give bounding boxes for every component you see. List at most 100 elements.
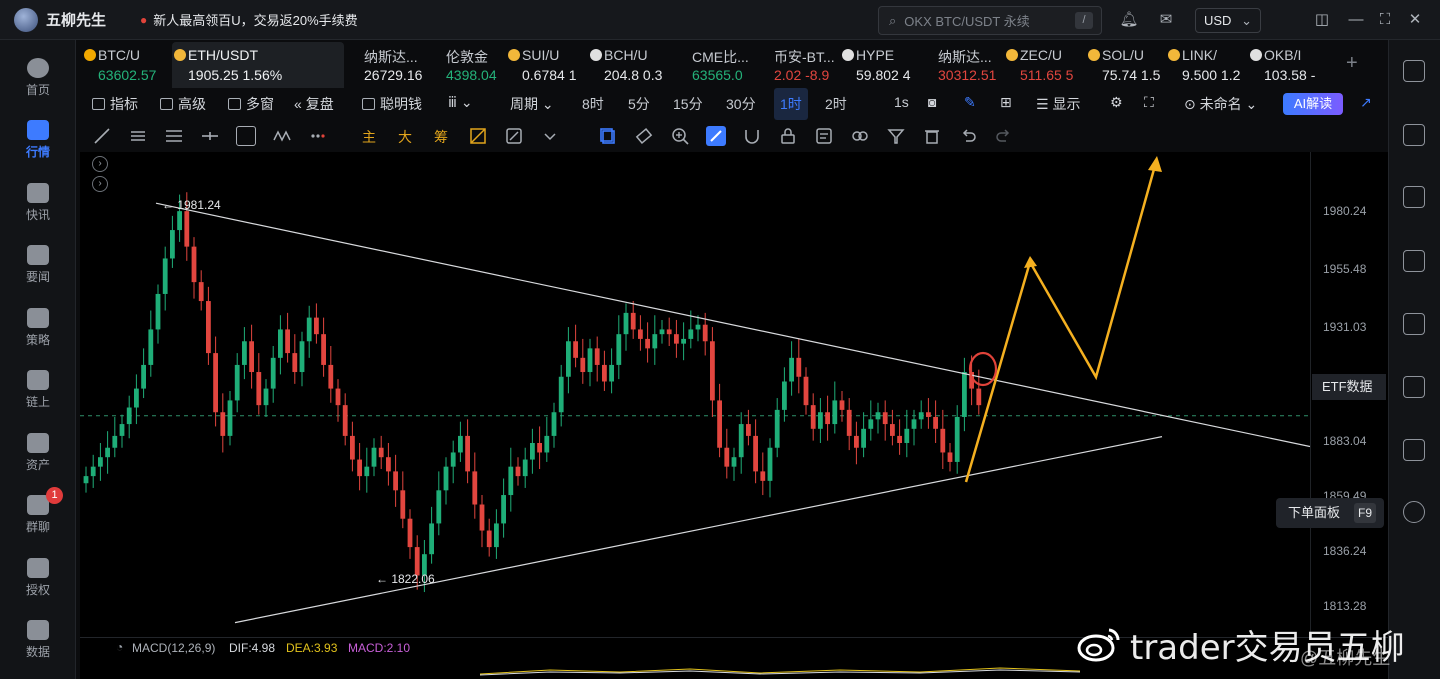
signal-icon[interactable]: [1403, 250, 1425, 272]
expand-panel-icon[interactable]: ›: [92, 176, 108, 192]
template-tool-icon[interactable]: [814, 126, 834, 146]
mail-icon[interactable]: ✉︎: [1156, 10, 1176, 30]
period-select[interactable]: 周期 ⌄: [510, 94, 554, 114]
candle-body: [861, 428, 866, 448]
timeframe-5m[interactable]: 5分: [628, 94, 650, 114]
filter-tool-icon[interactable]: [886, 126, 906, 146]
nav-item-home[interactable]: 首页: [0, 46, 76, 106]
bell-icon[interactable]: 🔔︎: [1119, 10, 1139, 30]
ticker-item[interactable]: CME比... 63565.0: [676, 42, 754, 88]
redo-icon[interactable]: [994, 126, 1014, 146]
settings-icon[interactable]: ⚙︎: [1110, 94, 1123, 111]
chip-tool[interactable]: 筹: [434, 127, 448, 147]
measure-tool-icon[interactable]: [504, 126, 524, 146]
timeframe-15m[interactable]: 15分: [673, 94, 703, 114]
layout-select[interactable]: ⊙ 未命名 ⌄: [1184, 94, 1257, 114]
nav-item-market[interactable]: 行情: [0, 108, 76, 168]
link-tool-icon[interactable]: [850, 126, 870, 146]
macd-indicator-label[interactable]: MACD(12,26,9): [132, 641, 215, 655]
lock-icon[interactable]: [778, 126, 798, 146]
trash-icon[interactable]: [922, 126, 942, 146]
timeframe-1s[interactable]: 1s: [894, 94, 909, 110]
minimize-icon[interactable]: —: [1346, 10, 1366, 30]
brush-tool-icon[interactable]: [706, 126, 726, 146]
nav-item-authorize[interactable]: 授权: [0, 546, 76, 606]
nav-item-data[interactable]: 数据: [0, 608, 76, 668]
fib-tool-icon[interactable]: [164, 126, 184, 146]
copy-tool-icon[interactable]: [598, 126, 618, 146]
ticker-value: 75.74 1.5: [1102, 67, 1161, 83]
promo-banner[interactable]: 新人最高领百U，交易返20%手续费: [153, 10, 357, 29]
candlestick-chart[interactable]: ← 1981.24 ← 1822.06 › ›: [80, 152, 1388, 637]
nav-item-strategy[interactable]: 策略: [0, 296, 76, 356]
main-force-tool[interactable]: 主: [362, 127, 376, 147]
advanced-button[interactable]: 高级: [160, 94, 206, 114]
ruler-tool-icon[interactable]: [468, 126, 488, 146]
fullscreen-icon[interactable]: ⛶: [1144, 94, 1154, 111]
order-panel-button[interactable]: 下单面板 F9: [1276, 498, 1384, 528]
timeframe-8h[interactable]: 8时: [582, 94, 604, 114]
timeframe-30m[interactable]: 30分: [726, 94, 756, 114]
order-icon[interactable]: [1403, 501, 1425, 523]
sidebar-toggle-icon[interactable]: ◫: [1312, 10, 1332, 30]
share-icon[interactable]: ↗: [1360, 94, 1372, 111]
horizontal-line-tool-icon[interactable]: [200, 126, 220, 146]
add-window-icon[interactable]: ⊞: [1000, 94, 1012, 111]
camera-icon[interactable]: ◙: [928, 94, 936, 110]
chart-canvas[interactable]: ← 1981.24 ← 1822.06: [80, 152, 1311, 637]
nav-item-news[interactable]: 要闻: [0, 233, 76, 293]
add-ticker-icon[interactable]: +: [1346, 52, 1358, 75]
smart-money-button[interactable]: 聪明钱: [362, 94, 422, 114]
watchlist-icon[interactable]: [1403, 60, 1425, 82]
chevron-down-icon[interactable]: [540, 126, 560, 146]
document-icon[interactable]: [1403, 124, 1425, 146]
nav-item-assets[interactable]: 资产: [0, 421, 76, 481]
indicators-button[interactable]: 指标: [92, 94, 138, 114]
bell-alert-icon[interactable]: ◔: [116, 640, 123, 654]
ticker-item[interactable]: SOL/U 75.74 1.5: [1086, 42, 1162, 88]
replay-button[interactable]: «复盘: [294, 94, 334, 114]
close-icon[interactable]: ✕: [1405, 10, 1425, 30]
maximize-icon[interactable]: ⛶: [1375, 10, 1395, 30]
ticker-item[interactable]: LINK/9.500 1.2: [1166, 42, 1244, 88]
ticker-item[interactable]: BCH/U 204.8 0.3: [588, 42, 672, 88]
etf-icon[interactable]: [1403, 376, 1425, 398]
undo-icon[interactable]: [958, 126, 978, 146]
search-input[interactable]: ⌕ OKX BTC/USDT 永续 /: [878, 6, 1102, 35]
ticker-item[interactable]: SUI/U 0.6784 1: [506, 42, 584, 88]
robot-icon[interactable]: [1403, 439, 1425, 461]
ticker-item[interactable]: ZEC/U 511.65 5: [1004, 42, 1082, 88]
ticker-item[interactable]: 纳斯达... 30312.51: [922, 42, 1000, 88]
nav-item-onchain[interactable]: 链上: [0, 358, 76, 418]
pattern-tool-icon[interactable]: [272, 126, 292, 146]
ticker-item[interactable]: BTC/U 63602.57: [82, 42, 168, 88]
etf-data-tag[interactable]: ETF数据: [1312, 374, 1386, 400]
ticker-item[interactable]: 伦敦金 4398.04: [430, 42, 502, 88]
timeframe-2h[interactable]: 2时: [825, 94, 847, 114]
dollar-icon[interactable]: [1403, 186, 1425, 208]
pen-icon[interactable]: ✎: [964, 94, 976, 111]
nav-item-group-chat[interactable]: 群聊 1: [0, 483, 76, 543]
collapse-panel-icon[interactable]: ›: [92, 156, 108, 172]
nav-item-flash-news[interactable]: 快讯: [0, 171, 76, 231]
chart-type-select[interactable]: ⅲ ⌄: [448, 94, 473, 111]
multi-window-button[interactable]: 多窗: [228, 94, 274, 114]
ticker-item[interactable]: 币安-BT... 2.02 -8.9: [758, 42, 836, 88]
rectangle-tool-icon[interactable]: [236, 126, 256, 146]
ticker-item[interactable]: 纳斯达... 26729.16: [348, 42, 426, 88]
eraser-tool-icon[interactable]: [634, 126, 654, 146]
more-tools-icon[interactable]: [308, 126, 328, 146]
large-order-tool[interactable]: 大: [398, 127, 412, 147]
chart-panel-icon[interactable]: [1403, 313, 1425, 335]
timeframe-1h[interactable]: 1时: [774, 88, 808, 120]
magnet-tool-icon[interactable]: [742, 126, 762, 146]
ticker-item[interactable]: OKB/I 103.58 -: [1248, 42, 1328, 88]
ai-analysis-button[interactable]: AI解读: [1283, 93, 1343, 115]
ticker-item[interactable]: ETH/USDT 1905.25 1.56%: [172, 42, 344, 88]
trendline-tool-icon[interactable]: [92, 126, 112, 146]
display-button[interactable]: ☰ 显示: [1036, 94, 1080, 114]
zoom-in-icon[interactable]: [670, 126, 690, 146]
parallel-lines-tool-icon[interactable]: [128, 126, 148, 146]
currency-select[interactable]: USD ⌄: [1195, 8, 1261, 33]
ticker-item[interactable]: HYPE 59.802 4: [840, 42, 918, 88]
